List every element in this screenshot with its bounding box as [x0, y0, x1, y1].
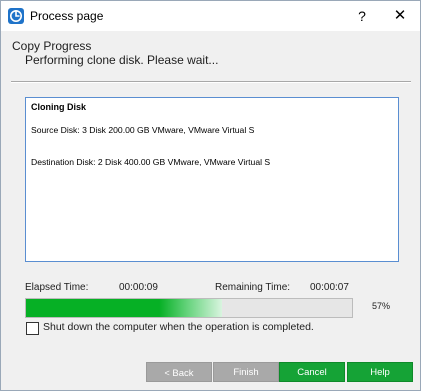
header-divider — [11, 81, 411, 83]
remaining-time-label: Remaining Time: — [215, 282, 291, 293]
finish-button[interactable]: Finish — [213, 362, 279, 382]
back-button[interactable]: < Back — [146, 362, 212, 382]
title-bar: Process page ? ✕ — [1, 1, 420, 31]
shutdown-checkbox-label[interactable]: Shut down the computer when the operatio… — [43, 321, 314, 333]
destination-disk-text: Destination Disk: 2 Disk 400.00 GB VMwar… — [31, 157, 271, 167]
finish-button-label: Finish — [233, 367, 259, 378]
source-disk-text: Source Disk: 3 Disk 200.00 GB VMware, VM… — [31, 125, 255, 135]
elapsed-time-label: Elapsed Time: — [25, 282, 89, 293]
progress-fill — [26, 299, 222, 317]
progress-percent: 57% — [372, 301, 391, 311]
chevron-left-icon: < — [164, 368, 170, 378]
help-button-label: Help — [370, 367, 390, 378]
elapsed-time-value: 00:00:09 — [119, 282, 158, 293]
cancel-button-label: Cancel — [297, 367, 327, 378]
app-icon — [8, 8, 24, 24]
close-icon[interactable]: ✕ — [387, 4, 413, 28]
help-icon[interactable]: ? — [349, 4, 375, 28]
remaining-time-value: 00:00:07 — [310, 282, 349, 293]
progress-bar — [25, 298, 353, 318]
window-title: Process page — [30, 9, 104, 23]
operation-log[interactable]: Cloning Disk Source Disk: 3 Disk 200.00 … — [25, 97, 399, 262]
log-title: Cloning Disk — [31, 102, 87, 112]
process-dialog: Process page ? ✕ Copy Progress Performin… — [0, 0, 421, 391]
help-button[interactable]: Help — [347, 362, 413, 382]
back-button-label: Back — [172, 368, 194, 379]
shutdown-checkbox[interactable] — [26, 322, 39, 335]
page-heading: Copy Progress — [12, 39, 92, 53]
cancel-button[interactable]: Cancel — [279, 362, 345, 382]
page-subheading: Performing clone disk. Please wait... — [25, 53, 219, 67]
